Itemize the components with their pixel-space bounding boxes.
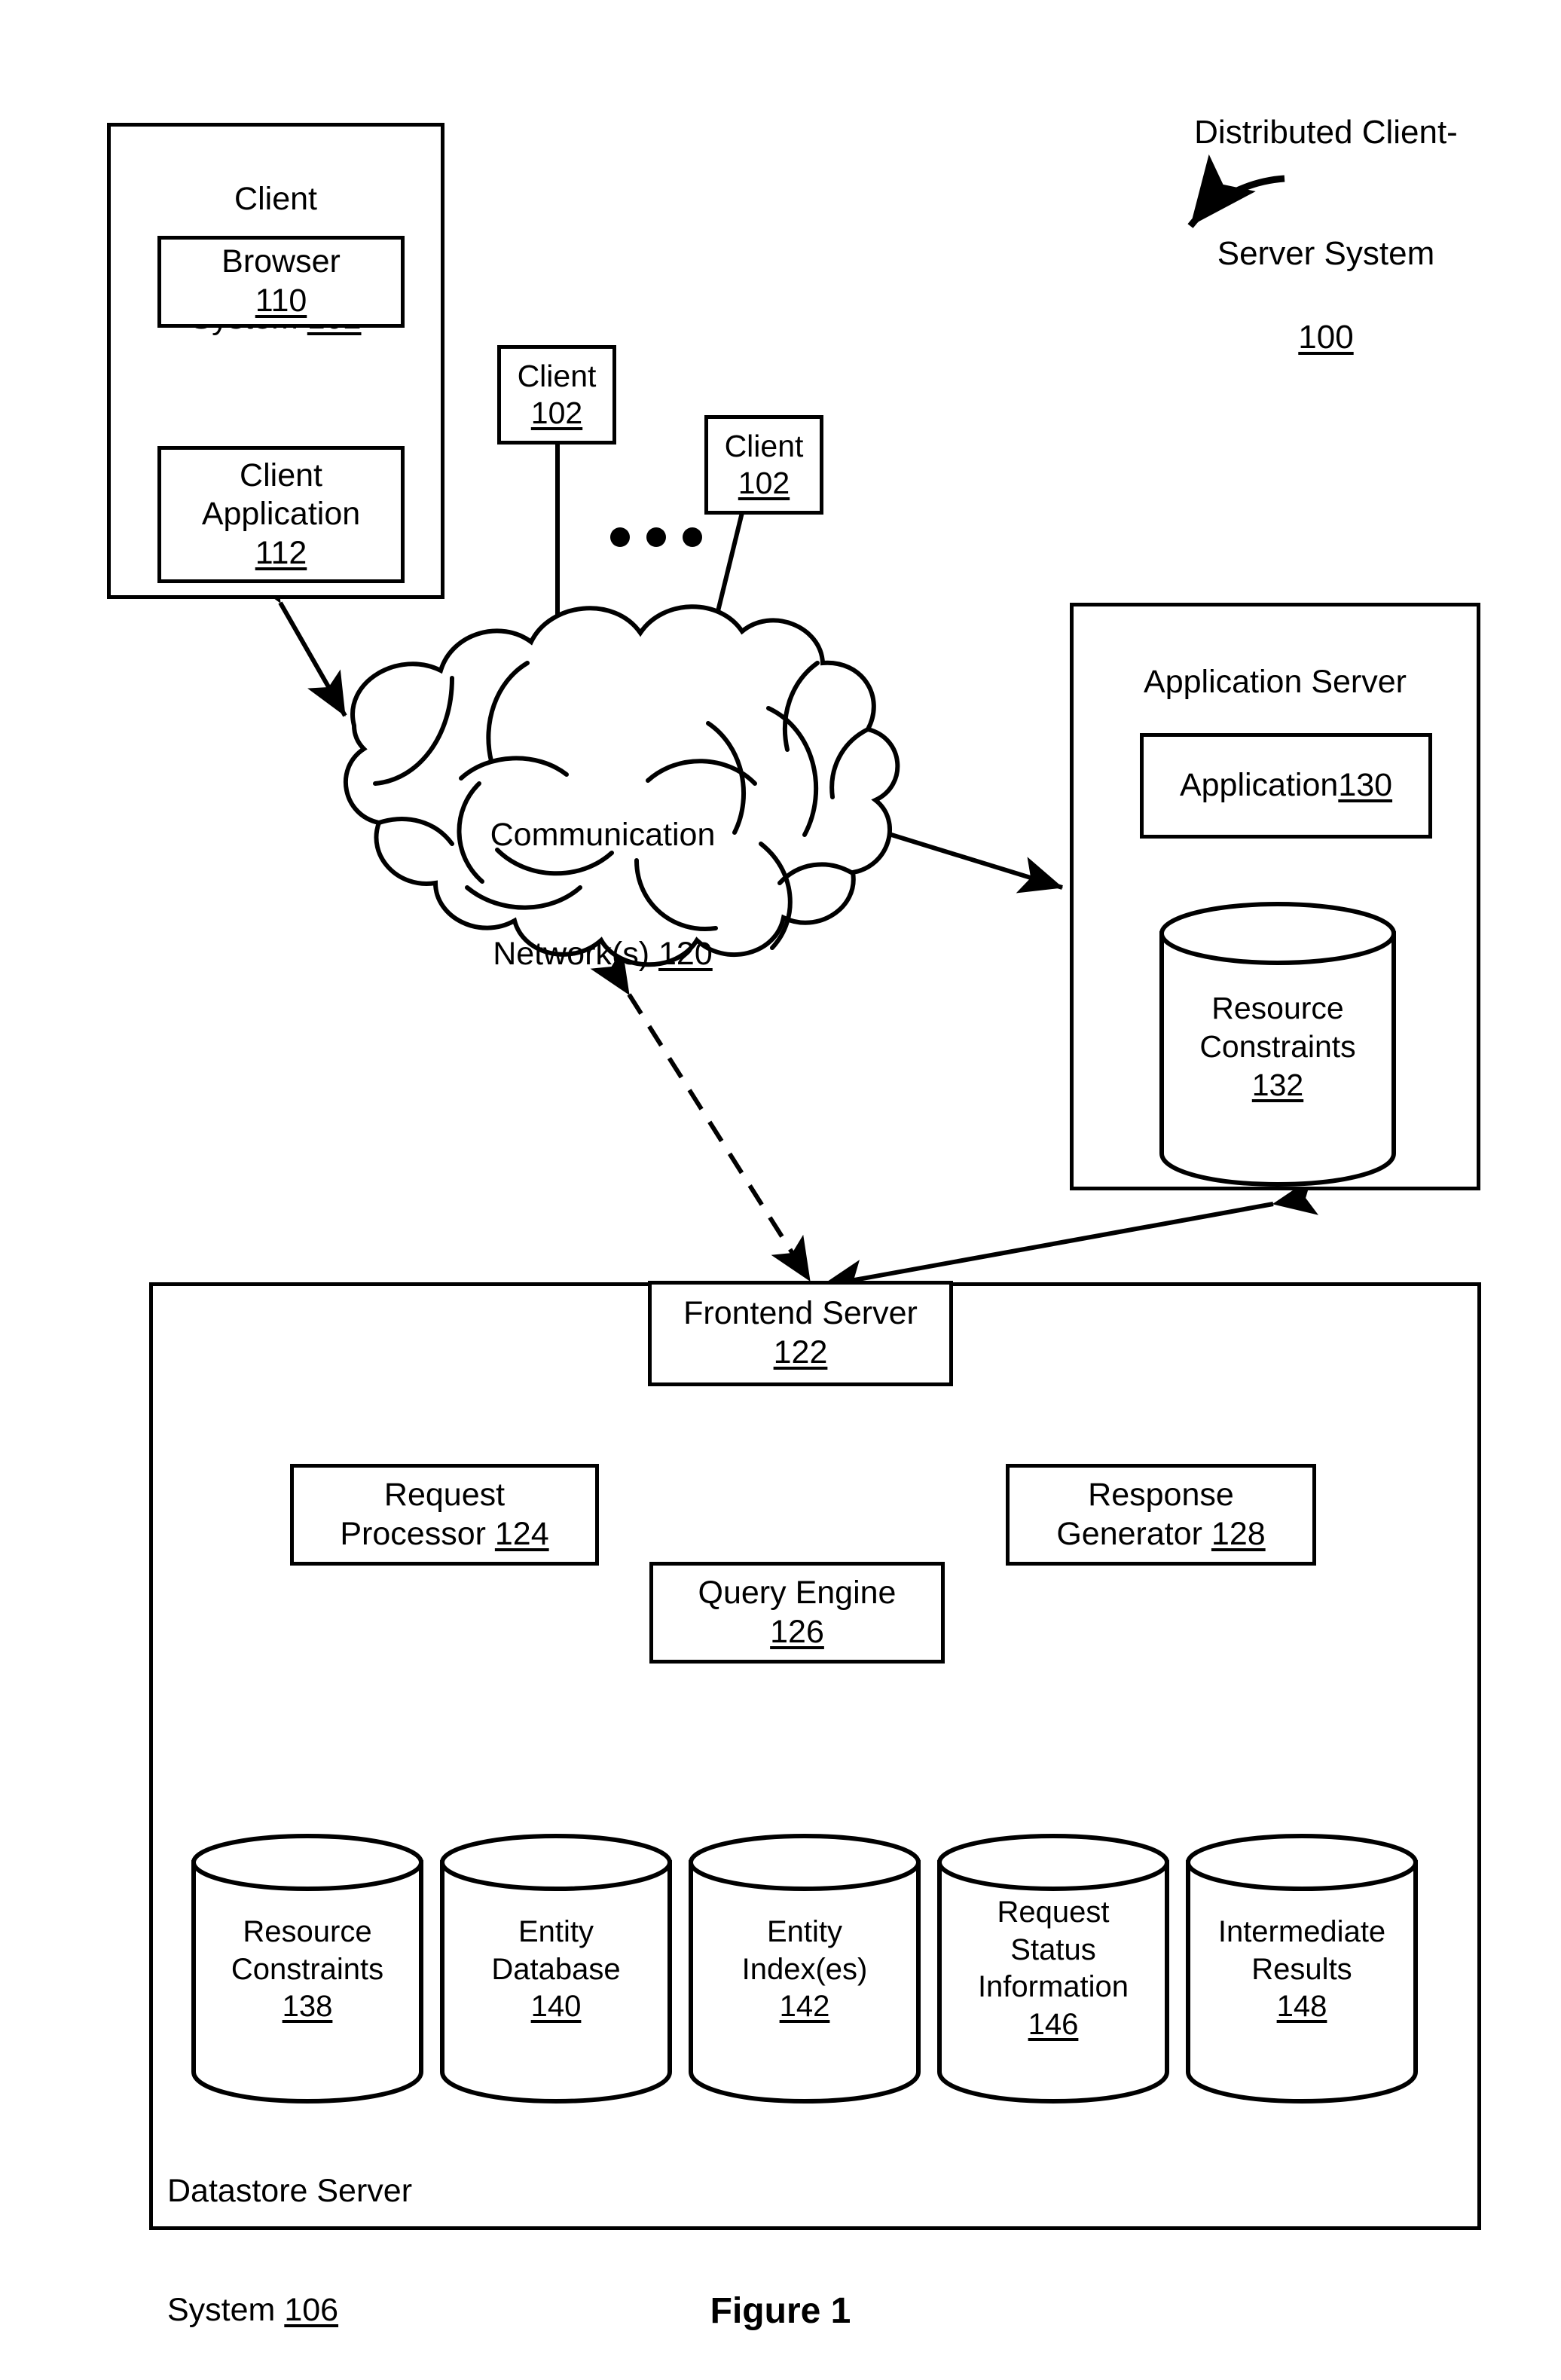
datastore-cylinder-146[interactable]: Request Status Information 146: [936, 1832, 1171, 2104]
network-label-line2: Network(s) 120: [493, 935, 713, 972]
application-ref: 130: [1338, 767, 1393, 804]
ds138-line2: Constraints: [231, 1952, 384, 1986]
ds140-line1: Entity: [518, 1915, 594, 1948]
datastore-cylinder-140[interactable]: Entity Database 140: [438, 1832, 674, 2104]
request-processor-box[interactable]: Request Processor 124: [290, 1464, 599, 1566]
rc132-line1: Resource: [1211, 991, 1344, 1025]
figure-page: Distributed Client- Server System 100 Cl…: [0, 0, 1561, 2380]
response-generator-line2: Generator 128: [1056, 1515, 1266, 1552]
datastore-146-text: Request Status Information 146: [936, 1894, 1171, 2043]
application-server-title-line1: Application Server: [1144, 664, 1407, 701]
response-generator-ref: 128: [1211, 1515, 1266, 1552]
request-processor-ref: 124: [494, 1515, 549, 1552]
client-box-2[interactable]: Client 102: [704, 415, 823, 515]
client-application-label-line2: Application: [201, 496, 361, 533]
resource-constraints-132-cylinder[interactable]: Resource Constraints 132: [1158, 900, 1398, 1187]
rc132-line2: Constraints: [1199, 1028, 1356, 1064]
frontend-server-ref: 122: [773, 1334, 828, 1370]
ds142-ref: 142: [779, 1990, 830, 2024]
datastore-138-text: Resource Constraints 138: [190, 1914, 425, 2026]
figure-title: Distributed Client- Server System 100: [1123, 72, 1529, 358]
request-processor-line1: Request: [383, 1476, 506, 1513]
frontend-server-box[interactable]: Frontend Server 122: [648, 1281, 953, 1386]
ds138-line1: Resource: [243, 1915, 372, 1948]
client-box-1[interactable]: Client 102: [497, 345, 616, 445]
ds146-line3: Information: [977, 1970, 1129, 2004]
client-box-2-label: Client: [724, 428, 804, 463]
rc132-ref: 132: [1251, 1067, 1304, 1102]
browser-ref: 110: [255, 283, 307, 319]
application-label: Application: [1179, 767, 1339, 804]
figure-title-ref: 100: [1298, 319, 1354, 356]
application-server-system-box[interactable]: Application Server System 104 Applicatio…: [1070, 603, 1480, 1190]
arrow-client2-network: [692, 451, 774, 683]
figure-caption: Figure 1: [710, 2291, 851, 2331]
datastore-cylinder-142[interactable]: Entity Index(es) 142: [687, 1832, 922, 2104]
datastore-server-title-line1: Datastore Server: [167, 2173, 413, 2210]
network-label: Communication Network(s) 120: [418, 776, 787, 1013]
ellipsis-icon: [610, 527, 702, 547]
datastore-server-title: Datastore Server System 106: [167, 2132, 589, 2369]
ds146-line2: Status: [1010, 1932, 1096, 1966]
browser-box[interactable]: Browser 110: [157, 236, 405, 328]
resource-constraints-132-text: Resource Constraints 132: [1158, 989, 1398, 1104]
arrow-network-frontend-dashed: [590, 948, 812, 1282]
client-application-box[interactable]: Client Application 112: [157, 446, 405, 583]
client-system-title-line1: Client: [234, 181, 317, 218]
datastore-cylinder-138[interactable]: Resource Constraints 138: [190, 1832, 425, 2104]
ds148-line2: Results: [1251, 1952, 1352, 1986]
arrow-appserver-frontend: [820, 1178, 1318, 1297]
datastore-cylinder-148[interactable]: Intermediate Results 148: [1184, 1832, 1419, 2104]
ds148-line1: Intermediate: [1217, 1915, 1386, 1948]
figure-title-line1: Distributed Client-: [1194, 113, 1458, 151]
ds148-ref: 148: [1276, 1990, 1327, 2024]
arrow-clientsystem-network: [243, 556, 347, 717]
ds138-ref: 138: [282, 1990, 333, 2024]
client-box-1-ref: 102: [530, 396, 583, 430]
datastore-148-text: Intermediate Results 148: [1184, 1914, 1419, 2026]
ds142-line1: Entity: [766, 1915, 843, 1948]
response-generator-box[interactable]: Response Generator 128: [1006, 1464, 1316, 1566]
ds142-line2: Index(es): [741, 1952, 868, 1986]
network-ref: 120: [658, 935, 713, 972]
client-system-box[interactable]: Client System 102 Browser 110 Client App…: [107, 123, 444, 599]
datastore-142-text: Entity Index(es) 142: [687, 1914, 922, 2026]
query-engine-label: Query Engine: [698, 1574, 897, 1611]
client-application-label-line1: Client: [240, 457, 322, 493]
figure-title-line2: Server System: [1217, 234, 1435, 272]
ds140-ref: 140: [530, 1990, 582, 2024]
client-application-ref: 112: [255, 534, 307, 571]
ds146-line1: Request: [997, 1896, 1110, 1929]
application-box[interactable]: Application 130: [1140, 733, 1432, 839]
client-box-2-ref: 102: [738, 466, 790, 500]
ds140-line2: Database: [491, 1952, 621, 1986]
ds146-ref: 146: [1028, 2007, 1079, 2041]
query-engine-box[interactable]: Query Engine 126: [649, 1562, 945, 1664]
frontend-server-label: Frontend Server: [683, 1295, 918, 1332]
client-box-1-label: Client: [517, 358, 597, 393]
response-generator-line1: Response: [1088, 1476, 1234, 1513]
datastore-140-text: Entity Database 140: [438, 1914, 674, 2026]
query-engine-ref: 126: [770, 1613, 824, 1650]
arrow-network-appserver: [801, 790, 1064, 894]
browser-label: Browser: [221, 243, 341, 280]
request-processor-line2: Processor 124: [340, 1515, 549, 1552]
network-label-line1: Communication: [490, 817, 716, 854]
